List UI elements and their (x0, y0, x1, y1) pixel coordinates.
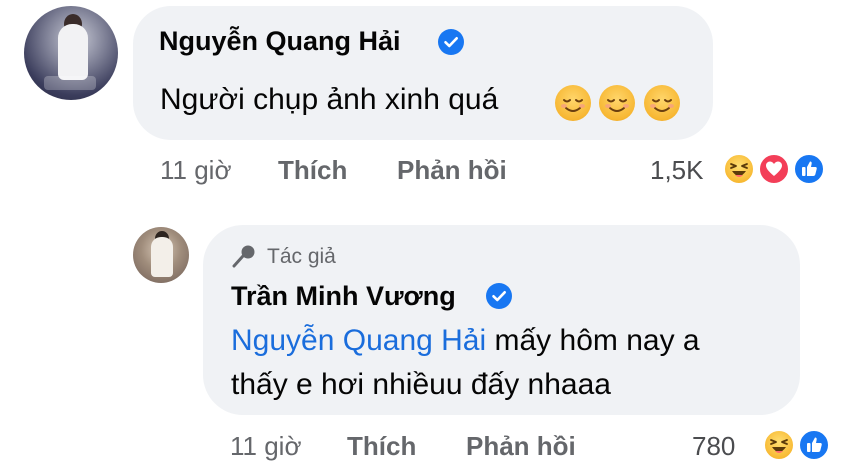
relieved-face-icon (644, 85, 680, 121)
like-button[interactable]: Thích (347, 431, 416, 462)
reply-button[interactable]: Phản hồi (397, 155, 507, 186)
verified-badge-icon (438, 29, 464, 55)
reply-timestamp[interactable]: 11 giờ (230, 431, 302, 462)
love-reaction-icon[interactable] (757, 152, 791, 186)
comment-author-name[interactable]: Nguyễn Quang Hải (159, 26, 401, 57)
comment-timestamp[interactable]: 11 giờ (160, 155, 232, 186)
avatar-tran-minh-vuong[interactable] (133, 227, 189, 283)
reply-text-part: mấy hôm nay a (486, 324, 700, 357)
mention-link[interactable]: Nguyễn Quang Hải (231, 324, 486, 357)
like-reaction-icon[interactable] (792, 152, 826, 186)
reply-text-line-2: thấy e hơi nhiều​u đấy nhaaa (231, 368, 611, 401)
reply-button[interactable]: Phản hồi (466, 431, 576, 462)
microphone-icon (231, 244, 257, 273)
haha-reaction-icon[interactable] (722, 152, 756, 186)
avatar-nguyen-quang-hai[interactable] (24, 6, 118, 100)
reaction-count[interactable]: 1,5K (650, 155, 704, 186)
relieved-face-icon (599, 85, 635, 121)
reply-author-name[interactable]: Trần Minh Vương (231, 281, 456, 312)
reply-text-line-1: Nguyễn Quang Hải mấy hôm nay a (231, 324, 700, 358)
author-badge-label: Tác giả (267, 245, 336, 268)
comment-text: Người chụp ảnh xinh quá (160, 83, 499, 116)
like-button[interactable]: Thích (278, 155, 347, 186)
verified-badge-icon (486, 283, 512, 309)
avatar-badge (44, 76, 96, 90)
haha-reaction-icon[interactable] (762, 428, 796, 462)
like-reaction-icon[interactable] (797, 428, 831, 462)
avatar-figure-body (151, 237, 173, 277)
reaction-count[interactable]: 780 (692, 431, 735, 462)
avatar-figure-body (58, 24, 88, 80)
relieved-face-icon (555, 85, 591, 121)
